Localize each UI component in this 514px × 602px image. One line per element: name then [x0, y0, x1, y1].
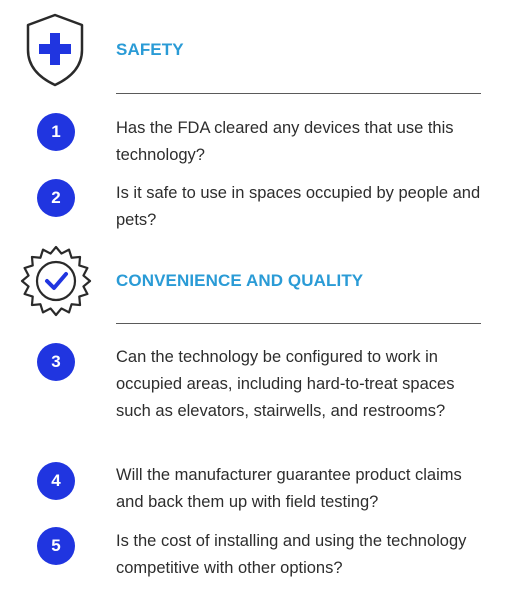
- section-divider: [116, 323, 481, 324]
- shield-plus-icon: [24, 12, 86, 93]
- question-number-badge: 4: [37, 462, 75, 500]
- question-text: Is the cost of installing and using the …: [116, 532, 467, 577]
- question-text: Can the technology be configured to work…: [116, 348, 455, 420]
- section-title-convenience-quality: CONVENIENCE AND QUALITY: [116, 271, 364, 290]
- question-number-badge: 3: [37, 343, 75, 381]
- question-text: Is it safe to use in spaces occupied by …: [116, 184, 481, 229]
- question-text: Will the manufacturer guarantee product …: [116, 466, 462, 511]
- section-title-safety: SAFETY: [116, 40, 184, 59]
- question-number-badge: 2: [37, 179, 75, 217]
- section-divider: [116, 93, 481, 94]
- question-number-badge: 1: [37, 113, 75, 151]
- question-text: Has the FDA cleared any devices that use…: [116, 119, 454, 164]
- badge-check-icon: [19, 244, 93, 323]
- question-number-badge: 5: [37, 527, 75, 565]
